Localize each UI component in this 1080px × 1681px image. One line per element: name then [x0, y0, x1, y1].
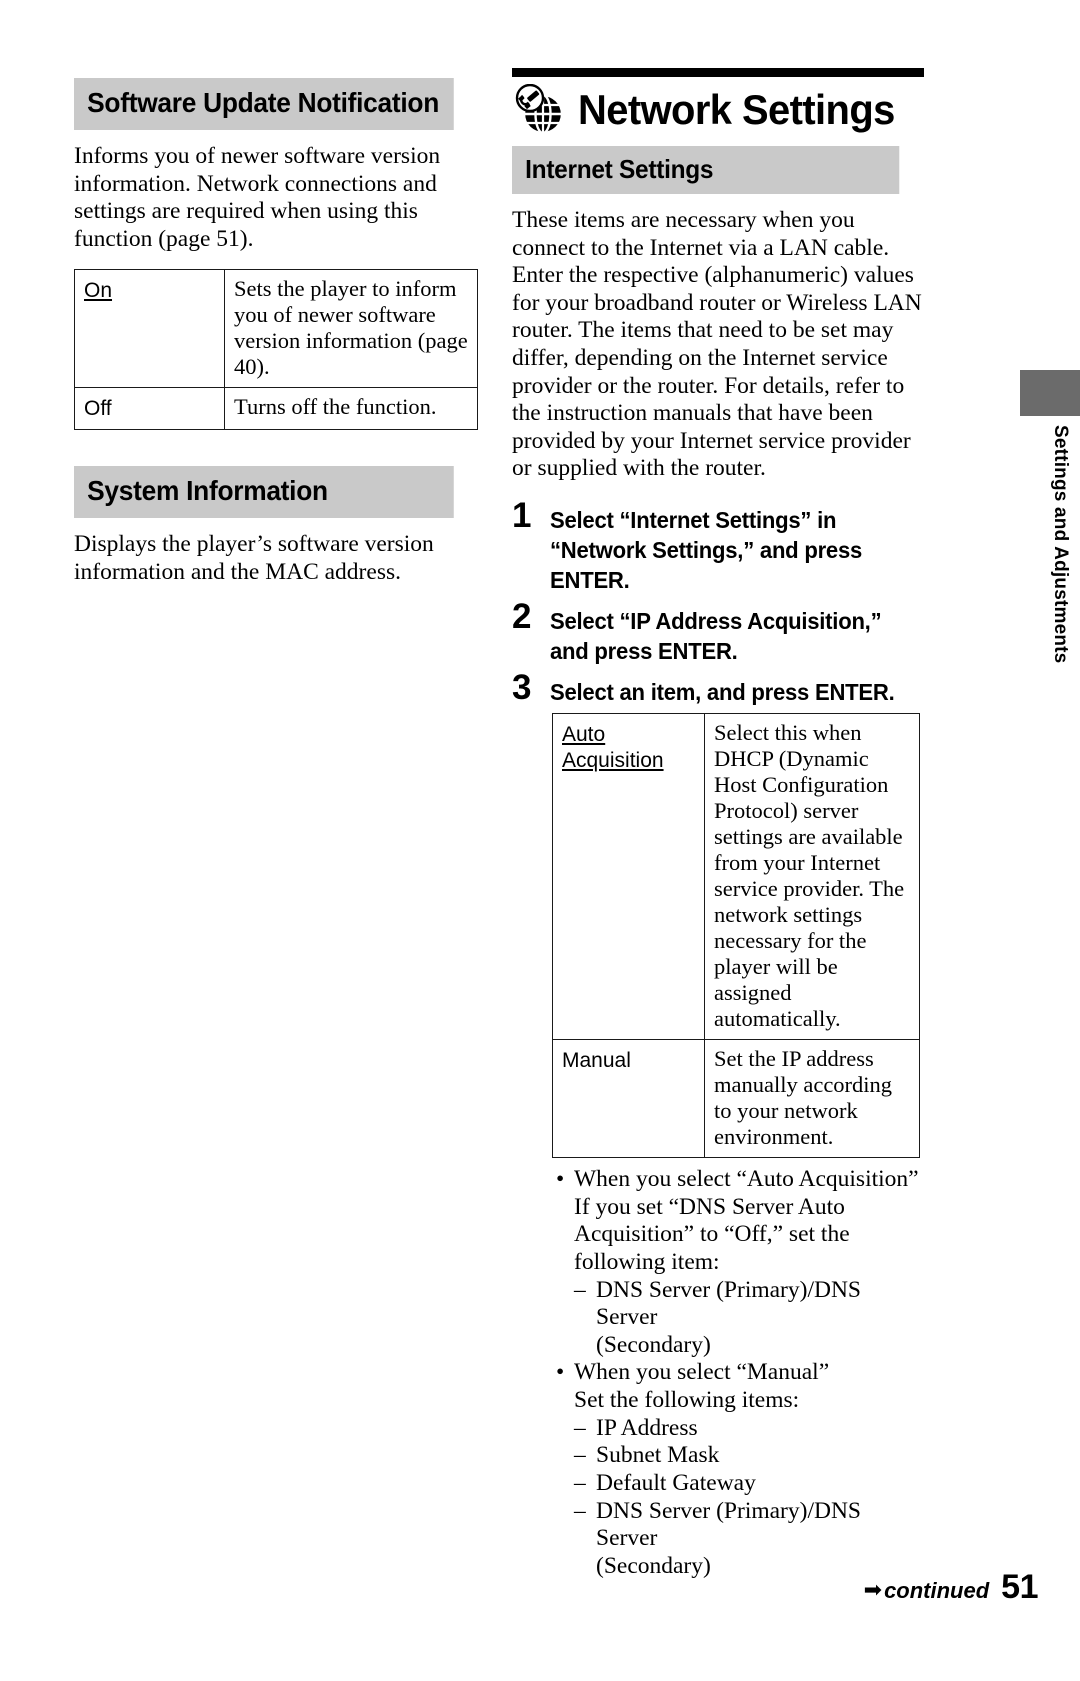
- option-auto-acquisition-label: Auto Acquisition: [562, 723, 664, 773]
- option-on-label: On: [84, 279, 113, 303]
- page-number: 51: [1001, 1568, 1038, 1606]
- side-thumb-tab-block: [1020, 370, 1080, 416]
- manual-page: Software Update Notification Informs you…: [0, 0, 1080, 1681]
- step-number: 2: [512, 596, 532, 636]
- table-row: Off Turns off the function.: [74, 387, 478, 430]
- note-dash: Default Gateway: [552, 1470, 924, 1498]
- section-heading-internet-settings: Internet Settings: [512, 146, 900, 194]
- step-number: 3: [512, 667, 532, 707]
- note-dash: DNS Server (Primary)/DNS Server: [552, 1277, 924, 1332]
- right-arrow-icon: ➡: [863, 1578, 883, 1603]
- note-dash: IP Address: [552, 1415, 924, 1443]
- notes-list: When you select “Auto Acquisition” If yo…: [552, 1166, 924, 1580]
- table-cell-key: Manual: [552, 1039, 705, 1159]
- system-information-body: Displays the player’s software version i…: [74, 530, 434, 585]
- step-number: 1: [512, 496, 532, 536]
- table-cell-key: Auto Acquisition: [552, 713, 705, 1041]
- ip-address-acquisition-table: Auto Acquisition Select this when DHCP (…: [552, 713, 920, 1159]
- step-1: 1 Select “Internet Settings” in “Network…: [512, 496, 924, 596]
- step-text: Select “IP Address Acquisition,” and pre…: [550, 607, 882, 664]
- step-3: 3 Select an item, and press ENTER.: [512, 667, 924, 708]
- table-cell-key: Off: [74, 387, 225, 430]
- note-dash-cont: (Secondary): [596, 1331, 711, 1358]
- software-update-notification-body: Informs you of newer software version in…: [74, 143, 441, 252]
- chapter-rule-divider: [512, 68, 924, 77]
- internet-settings-intro: These items are necessary when you conne…: [512, 207, 922, 482]
- note-dash: DNS Server (Primary)/DNS Server: [552, 1498, 924, 1553]
- chapter-title-row: Network Settings: [512, 84, 924, 136]
- network-settings-globe-wrench-icon: [512, 84, 566, 136]
- software-update-notification-table: On Sets the player to inform you of newe…: [74, 269, 478, 430]
- left-column: Software Update Notification Informs you…: [74, 78, 478, 586]
- note-sub: Set the following items:: [574, 1387, 800, 1414]
- step-text: Select an item, and press ENTER.: [550, 678, 895, 705]
- right-column: Network Settings Internet Settings These…: [512, 68, 924, 1580]
- note-bullet: When you select “Auto Acquisition”: [552, 1166, 924, 1194]
- step-text: Select “Internet Settings” in “Network S…: [550, 507, 863, 593]
- note-dash: Subnet Mask: [552, 1442, 924, 1470]
- note-sub: If you set “DNS Server Auto Acquisition”…: [574, 1193, 850, 1276]
- table-row: On Sets the player to inform you of newe…: [74, 269, 478, 389]
- continued-label: continued: [884, 1578, 990, 1603]
- table-cell-value: Turns off the function.: [224, 387, 478, 430]
- table-row: Auto Acquisition Select this when DHCP (…: [552, 713, 920, 1041]
- section-heading-software-update-notification: Software Update Notification: [74, 78, 454, 130]
- procedure-steps: 1 Select “Internet Settings” in “Network…: [512, 496, 924, 708]
- table-row: Manual Set the IP address manually accor…: [552, 1039, 920, 1159]
- side-thumb-tab-label: Settings and Adjustments: [1050, 425, 1071, 664]
- table-cell-key: On: [74, 269, 225, 389]
- table-cell-value: Select this when DHCP (Dynamic Host Conf…: [704, 713, 920, 1041]
- chapter-title: Network Settings: [578, 86, 895, 133]
- step-2: 2 Select “IP Address Acquisition,” and p…: [512, 596, 924, 667]
- note-bullet: When you select “Manual”: [552, 1359, 924, 1387]
- page-footer: ➡ continued 51: [863, 1568, 1039, 1607]
- table-cell-value: Set the IP address manually according to…: [704, 1039, 920, 1159]
- table-cell-value: Sets the player to inform you of newer s…: [224, 269, 478, 389]
- section-heading-system-information: System Information: [74, 465, 454, 518]
